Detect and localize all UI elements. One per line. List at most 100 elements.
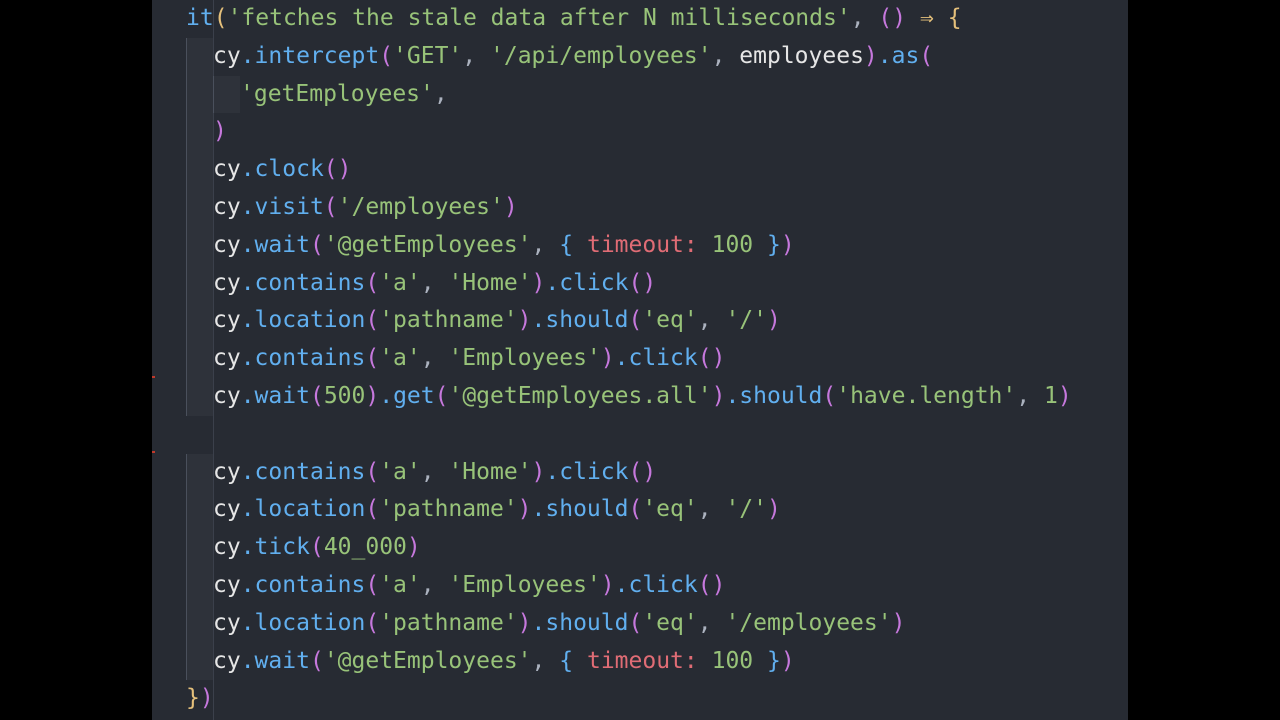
code-line[interactable]: cy.contains('a', 'Home').click()	[186, 453, 1128, 492]
code-token: 'Home'	[448, 458, 532, 485]
code-line[interactable]: cy.location('pathname').should('eq', '/e…	[186, 604, 1128, 643]
code-line[interactable]: )	[186, 113, 1128, 151]
code-token: ()	[697, 572, 726, 598]
code-token: .get	[379, 383, 435, 409]
code-token: {	[559, 231, 574, 258]
code-token: cy	[213, 269, 241, 296]
whitespace-marker	[545, 648, 559, 674]
code-token: ()	[628, 269, 657, 296]
code-editor[interactable]: it('fetches the stale data after N milli…	[152, 0, 1128, 720]
code-token: .visit	[240, 194, 324, 220]
whitespace-marker	[712, 496, 726, 522]
code-token: (	[365, 496, 380, 523]
code-token: '/'	[725, 496, 767, 523]
code-line[interactable]: cy.visit('/employees')	[186, 189, 1128, 227]
code-token: )	[780, 647, 795, 674]
code-line[interactable]: cy.contains('a', 'Employees').click()	[186, 340, 1128, 378]
code-token: )	[780, 231, 795, 258]
code-token: ()	[628, 458, 657, 485]
whitespace-marker	[573, 232, 587, 258]
code-token: cy	[213, 496, 241, 523]
code-token: )	[517, 307, 532, 334]
whitespace-marker	[865, 5, 879, 31]
screen-frame: it('fetches the stale data after N milli…	[0, 0, 1280, 720]
code-line[interactable]	[186, 416, 1128, 454]
code-token: (	[309, 647, 324, 674]
code-token: .click	[614, 572, 698, 598]
whitespace-marker	[906, 5, 920, 31]
code-line[interactable]: cy.wait('@getEmployees', { timeout: 100 …	[186, 642, 1128, 681]
code-token: (	[309, 534, 324, 561]
code-area[interactable]: it('fetches the stale data after N milli…	[186, 0, 1128, 720]
code-token: .contains	[240, 345, 366, 372]
indent-block	[186, 75, 213, 114]
code-token: 'Employees'	[448, 345, 601, 372]
code-token: cy	[213, 647, 241, 674]
code-token: 'GET'	[393, 42, 463, 69]
indent-block	[186, 453, 213, 492]
code-token: timeout:	[586, 231, 698, 258]
code-token: {	[947, 5, 962, 31]
indent-block	[186, 37, 213, 76]
code-token: )	[531, 269, 546, 296]
code-token: '/api/employees'	[490, 42, 712, 69]
code-token: .contains	[240, 572, 366, 598]
code-line[interactable]: cy.tick(40_000)	[186, 529, 1128, 567]
code-token: cy	[213, 609, 241, 636]
code-token: cy	[213, 458, 241, 485]
code-token: .should	[725, 383, 823, 409]
code-token: .wait	[240, 647, 310, 674]
code-line[interactable]: cy.wait(500).get('@getEmployees.all').sh…	[186, 378, 1128, 416]
code-token: (	[365, 609, 380, 636]
code-token: )	[600, 572, 615, 598]
code-token: cy	[213, 345, 241, 372]
code-token: {	[559, 647, 574, 674]
whitespace-marker	[934, 5, 948, 31]
indent-block	[186, 642, 213, 681]
code-token: .should	[531, 609, 629, 636]
code-token: .click	[545, 269, 629, 296]
code-token: (	[919, 42, 934, 69]
code-token: (	[365, 269, 380, 296]
code-token: 'fetches the stale data after N millisec…	[227, 5, 851, 31]
code-token: )	[406, 534, 421, 561]
code-token: )	[1057, 383, 1072, 409]
code-line[interactable]: it('fetches the stale data after N milli…	[186, 0, 1128, 38]
indent-block	[186, 378, 213, 416]
code-token: ,	[697, 307, 712, 334]
code-token: (	[434, 383, 449, 409]
code-line[interactable]: cy.wait('@getEmployees', { timeout: 100 …	[186, 226, 1128, 265]
code-token: .should	[531, 496, 629, 523]
code-line[interactable]: cy.location('pathname').should('eq', '/'…	[186, 491, 1128, 529]
code-line[interactable]: cy.contains('a', 'Home').click()	[186, 264, 1128, 303]
whitespace-marker	[753, 648, 767, 674]
indent-block	[186, 491, 213, 529]
code-token: .contains	[240, 458, 366, 485]
code-token: (	[628, 307, 643, 334]
code-line[interactable]: cy.intercept('GET', '/api/employees', em…	[186, 37, 1128, 76]
code-token: 'getEmployees'	[240, 80, 434, 107]
code-token: cy	[213, 307, 241, 334]
code-token: ,	[462, 42, 477, 69]
code-token: 500	[323, 383, 366, 409]
code-token: ()	[697, 345, 726, 372]
code-token: cy	[213, 572, 241, 598]
code-line[interactable]: 'getEmployees',	[186, 75, 1128, 114]
code-token: cy	[213, 231, 241, 258]
indent-block	[186, 189, 213, 227]
whitespace-marker	[1030, 383, 1044, 409]
code-token: .wait	[240, 231, 310, 258]
gutter-error-marker	[152, 451, 155, 453]
code-token: ,	[531, 647, 546, 674]
indent-block	[186, 567, 213, 605]
code-token: 'Home'	[448, 269, 532, 296]
code-token: ,	[433, 80, 448, 107]
code-token: )	[711, 383, 726, 409]
code-line[interactable]: cy.contains('a', 'Employees').click()	[186, 567, 1128, 605]
code-line[interactable]: })	[186, 680, 1128, 718]
code-token: .wait	[240, 383, 310, 409]
indent-block	[186, 264, 213, 303]
code-line[interactable]: cy.location('pathname').should('eq', '/'…	[186, 302, 1128, 340]
code-line[interactable]: cy.clock()	[186, 151, 1128, 189]
code-token: '/employees'	[337, 194, 504, 220]
